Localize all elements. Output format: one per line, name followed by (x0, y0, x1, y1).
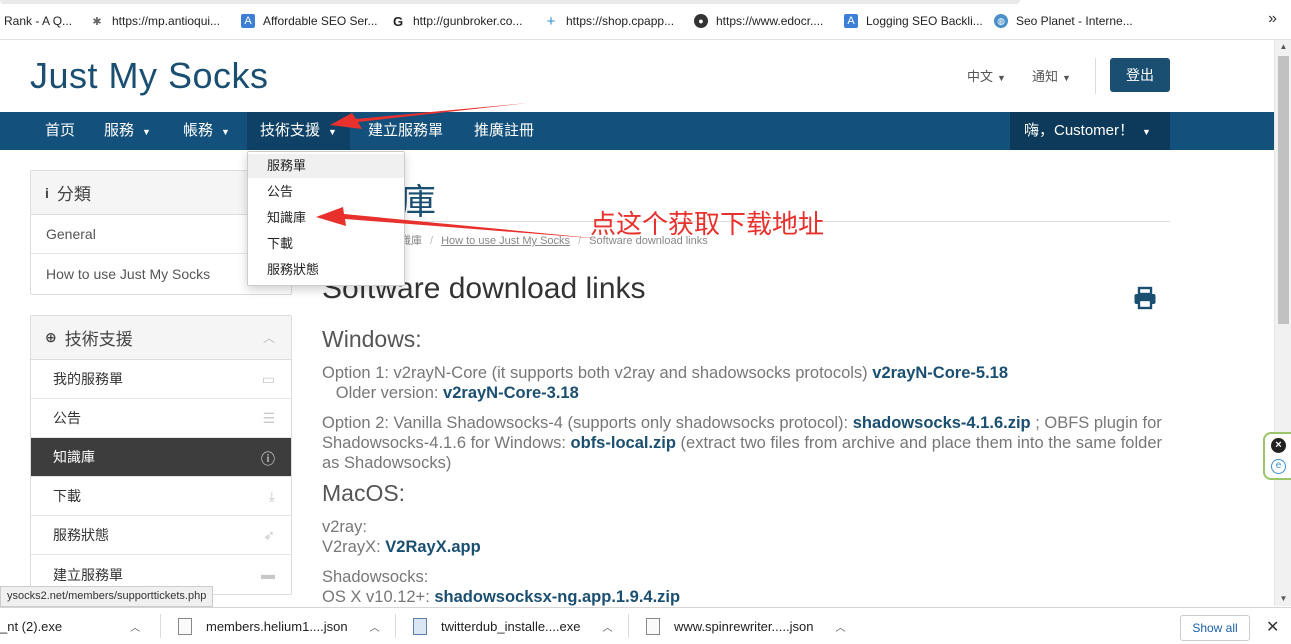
nav-services[interactable]: 服務 ▼ (104, 112, 151, 150)
caret-down-icon: ▼ (997, 73, 1006, 83)
ticket-icon: ▭ (261, 371, 275, 387)
a-logo-icon: A (241, 14, 255, 28)
dropdown-item-tickets[interactable]: 服務單 (248, 154, 404, 178)
downloads-bar: _nt (2).exe ︿ members.helium1....json ︿ tw… (0, 607, 1291, 643)
shadowsocks-zip-link[interactable]: shadowsocks-4.1.6.zip (853, 414, 1031, 432)
sidebar-item-downloads[interactable]: 下載 ⤓ (31, 477, 291, 516)
sidebar-item-server-status[interactable]: 服務狀態 ➶ (31, 516, 291, 555)
shadowsocksx-ng-link[interactable]: shadowsocksx-ng.app.1.9.4.zip (434, 588, 680, 606)
caret-down-icon: ▼ (328, 127, 337, 137)
annotation-label: 点这个获取下载地址 (590, 210, 825, 240)
bookmarks-bar: Rank - A Q... ✱ https://mp.antioqui... AA… (0, 0, 1291, 40)
windows-heading: Windows: (322, 326, 422, 352)
chevron-up-icon[interactable]: ︿ (370, 619, 380, 634)
bug-icon: ✱ (92, 15, 102, 28)
support-panel: ⊕ 技術支援 ︿ 我的服務單 ▭ 公告 ☰ 知識庫 ⓘ 下載 ⤓ 服務狀態 ➶ 建立服務單… (30, 315, 292, 595)
nav-support[interactable]: 技術支援 ▼ (247, 112, 350, 150)
bookmark-item[interactable]: + https://shop.cpapp... (544, 12, 674, 30)
comments-icon: ▬ (261, 566, 275, 582)
file-icon (646, 617, 660, 635)
main-navbar: 首页 服務 ▼ 帳務 ▼ 技術支援 ▼ 建立服務單 推廣註冊 嗨，Customer！ ▼ (0, 112, 1274, 150)
obfs-local-link[interactable]: obfs-local.zip (571, 434, 676, 452)
caret-down-icon: ▼ (142, 127, 151, 137)
nav-billing[interactable]: 帳務 ▼ (183, 112, 230, 150)
site-logo[interactable]: Just My Socks (30, 55, 269, 97)
v2rayn-core-link[interactable]: v2rayN-Core-5.18 (872, 364, 1008, 382)
rocket-icon: ➶ (263, 527, 275, 543)
bookmarks-more-button[interactable]: » (1268, 10, 1277, 28)
tab-strip-edge (0, 0, 1020, 4)
show-all-button[interactable]: Show all (1180, 615, 1250, 641)
download-icon: ⤓ (268, 488, 275, 504)
breadcrumb-item[interactable]: How to use Just My Socks (441, 235, 570, 247)
scrollbar-thumb[interactable] (1278, 56, 1289, 324)
nav-open-ticket[interactable]: 建立服務單 (368, 112, 443, 150)
bookmark-item[interactable]: ● https://www.edocr.... (694, 12, 823, 30)
support-panel-header[interactable]: ⊕ 技術支援 ︿ (31, 316, 291, 360)
header-divider (1095, 58, 1096, 94)
scroll-up-arrow-icon[interactable]: ▲ (1275, 40, 1291, 54)
page-scrollbar[interactable]: ▲ ▼ (1274, 40, 1291, 606)
download-item[interactable]: www.spinrewriter.....json ︿ (646, 608, 845, 644)
google-g-icon: G (392, 13, 404, 29)
macos-shadowsocks-section: Shadowsocks: OS X v10.12+: shadowsocksx-… (322, 568, 681, 606)
bookmark-item[interactable]: ◍ Seo Planet - Interne... (994, 12, 1133, 30)
side-extension-widget: × e (1263, 432, 1291, 480)
user-menu[interactable]: 嗨，Customer！ ▼ (1010, 112, 1170, 150)
macos-heading: MacOS: (322, 480, 406, 506)
scroll-down-arrow-icon[interactable]: ▼ (1275, 592, 1291, 606)
a-logo-icon: A (844, 14, 858, 28)
bookmark-item[interactable]: A Logging SEO Backli... (844, 12, 983, 30)
bookmark-item[interactable]: ✱ https://mp.antioqui... (90, 12, 220, 30)
installer-icon (413, 617, 427, 635)
info-icon: i (45, 184, 49, 201)
caret-down-icon: ▼ (1142, 127, 1151, 137)
windows-option-1: Option 1: v2rayN-Core (it supports both … (322, 364, 1009, 402)
v2rayx-link[interactable]: V2RayX.app (385, 538, 480, 556)
download-item[interactable]: _nt (2).exe ︿ (0, 608, 140, 644)
dropdown-item-announcements[interactable]: 公告 (248, 180, 404, 204)
close-icon[interactable]: × (1271, 438, 1286, 453)
sidebar-item-knowledgebase[interactable]: 知識庫 ⓘ (31, 438, 291, 477)
circle-icon: ● (694, 14, 708, 28)
dropdown-item-downloads[interactable]: 下載 (248, 232, 404, 256)
chevron-up-icon[interactable]: ︿ (835, 619, 845, 634)
chevron-up-icon[interactable]: ︿ (263, 329, 275, 346)
notifications-dropdown[interactable]: 通知 ▼ (1032, 66, 1071, 85)
extension-e-icon[interactable]: e (1271, 459, 1286, 474)
sidebar-item-my-tickets[interactable]: 我的服務單 ▭ (31, 360, 291, 399)
bookmark-item[interactable]: A Affordable SEO Ser... (241, 12, 378, 30)
macos-v2ray-section: v2ray: V2rayX: V2RayX.app (322, 518, 481, 556)
lifebuoy-icon: ⊕ (45, 329, 57, 345)
dropdown-item-knowledgebase[interactable]: 知識庫 (248, 206, 404, 230)
close-icon[interactable]: ✕ (1266, 617, 1279, 637)
info-icon: ⓘ (261, 451, 275, 467)
bookmark-item[interactable]: Rank - A Q... (4, 12, 72, 30)
caret-down-icon: ▼ (1062, 73, 1071, 83)
bookmark-item[interactable]: Ghttp://gunbroker.co... (391, 12, 522, 30)
list-icon: ☰ (262, 410, 275, 426)
download-item[interactable]: members.helium1....json ︿ (178, 608, 380, 644)
nav-home[interactable]: 首页 (45, 112, 75, 150)
windows-option-2: Option 2: Vanilla Shadowsocks-4 (support… (322, 414, 1163, 472)
chevron-up-icon[interactable]: ︿ (602, 619, 612, 634)
file-icon (178, 617, 192, 635)
support-dropdown-menu: 服務單 公告 知識庫 下載 服務狀態 (247, 151, 405, 286)
dropdown-item-server-status[interactable]: 服務狀態 (248, 258, 404, 282)
logout-button[interactable]: 登出 (1110, 58, 1170, 92)
chevron-up-icon[interactable]: ︿ (130, 619, 140, 634)
globe-icon: ◍ (994, 14, 1008, 28)
language-dropdown[interactable]: 中文 ▼ (967, 66, 1006, 85)
plus-icon: + (546, 12, 556, 30)
download-item[interactable]: twitterdub_installe....exe ︿ (413, 608, 612, 644)
status-url-tooltip: ysocks2.net/members/supporttickets.php (0, 586, 214, 607)
caret-down-icon: ▼ (221, 127, 230, 137)
v2rayn-core-older-link[interactable]: v2rayN-Core-3.18 (443, 384, 579, 402)
sidebar-item-announcements[interactable]: 公告 ☰ (31, 399, 291, 438)
page-title: 庫 (400, 181, 437, 222)
nav-affiliate[interactable]: 推廣註冊 (474, 112, 534, 150)
print-icon[interactable] (1133, 286, 1157, 310)
